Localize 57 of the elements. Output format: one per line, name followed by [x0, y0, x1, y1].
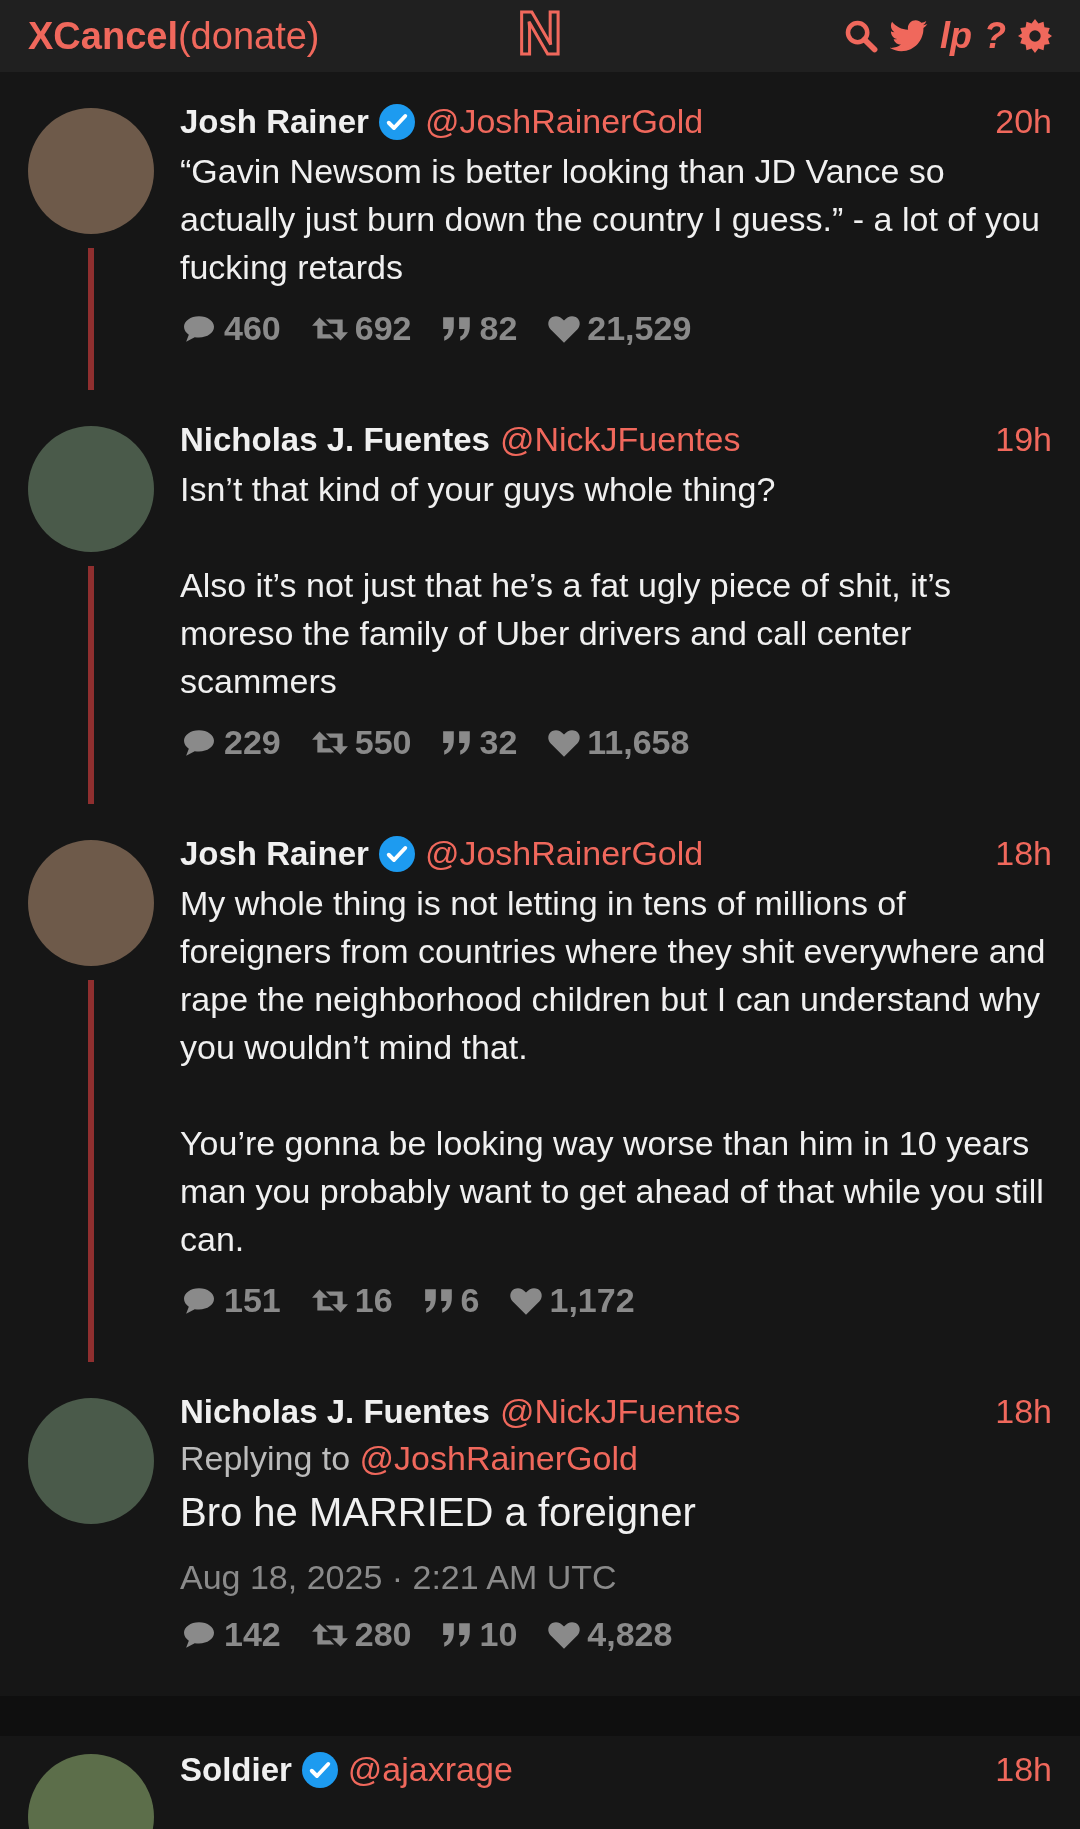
tweet-date[interactable]: Aug 18, 2025 · 2:21 AM UTC — [180, 1558, 1052, 1597]
retweet-icon — [310, 1620, 349, 1649]
user-name[interactable]: Josh Rainer — [180, 102, 369, 141]
bird-icon[interactable] — [890, 19, 928, 53]
tweet-time[interactable]: 20h — [995, 102, 1052, 141]
donate-link[interactable]: (donate) — [177, 14, 320, 58]
user-handle[interactable]: @ajaxrage — [347, 1750, 513, 1789]
retweet-icon — [310, 728, 349, 757]
user-handle[interactable]: @NickJFuentes — [499, 1392, 741, 1431]
tweet-time[interactable]: 19h — [995, 420, 1052, 459]
quote-icon — [422, 1286, 455, 1315]
quote-count[interactable]: 32 — [441, 723, 518, 762]
tweet-text: Isn’t that kind of your guys whole thing? — [180, 469, 777, 510]
tweet-time[interactable]: 18h — [995, 834, 1052, 873]
quote-count[interactable]: 6 — [422, 1281, 480, 1320]
settings-icon[interactable] — [1018, 19, 1052, 53]
user-name[interactable]: Nicholas J. Fuentes — [180, 1392, 490, 1431]
site-name[interactable]: XCancel — [28, 14, 178, 58]
like-count[interactable]: 21,529 — [547, 309, 692, 348]
tweet-time[interactable]: 18h — [995, 1392, 1052, 1431]
reply-count[interactable]: 142 — [180, 1615, 281, 1654]
retweet-count[interactable]: 16 — [310, 1281, 393, 1320]
heart-icon — [547, 313, 582, 344]
replying-to-text: Replying to @JoshRainerGold — [180, 1439, 639, 1478]
quote-count[interactable]: 82 — [441, 309, 518, 348]
heart-icon — [547, 727, 582, 758]
nav-link[interactable]: lp — [940, 15, 972, 57]
mention-link[interactable]: @JoshRainerGold — [359, 1439, 638, 1477]
retweet-count[interactable]: 692 — [310, 309, 412, 348]
search-icon[interactable] — [844, 19, 878, 53]
user-name[interactable]: Nicholas J. Fuentes — [180, 420, 490, 459]
tweet-text: You’re gonna be looking way worse than him in 10 years man you probably want to get ahead of that while you still can. — [180, 1123, 1045, 1260]
retweet-count[interactable]: 550 — [310, 723, 412, 762]
site-logo[interactable]: N — [517, 2, 563, 64]
tweet-text: My whole thing is not letting in tens of millions of foreigners from countries where they shit everywhere and rape the neighborhood children but I can understand why you wouldn’t mind that. — [180, 883, 1047, 1068]
like-count[interactable]: 4,828 — [547, 1615, 673, 1654]
user-handle[interactable]: @JoshRainerGold — [424, 834, 704, 873]
tweet-text: Also it’s not just that he’s a fat ugly piece of shit, it’s moreso the family of Uber drivers and call center scammers — [180, 565, 953, 702]
nav-link[interactable]: ? — [984, 15, 1006, 57]
user-handle[interactable]: @NickJFuentes — [499, 420, 741, 459]
reply-count[interactable]: 151 — [180, 1281, 281, 1320]
reply-count[interactable]: 229 — [180, 723, 281, 762]
user-name[interactable]: Soldier — [180, 1750, 292, 1789]
retweet-count[interactable]: 280 — [310, 1615, 412, 1654]
tweet-text: “Gavin Newsom is better looking than JD Vance so actually just burn down the country I guess.” - a lot of you fucking retards — [180, 151, 1041, 288]
tweet-time[interactable]: 18h — [995, 1750, 1052, 1789]
retweet-icon — [310, 314, 349, 343]
user-handle[interactable]: @JoshRainerGold — [424, 102, 704, 141]
heart-icon — [509, 1285, 544, 1316]
like-count[interactable]: 11,658 — [547, 723, 690, 762]
like-count[interactable]: 1,172 — [509, 1281, 635, 1320]
user-name[interactable]: Josh Rainer — [180, 834, 369, 873]
quote-count[interactable]: 10 — [441, 1615, 518, 1654]
tweet-text: Bro he MARRIED a foreigner — [180, 1489, 697, 1536]
heart-icon — [547, 1619, 582, 1650]
retweet-icon — [310, 1286, 349, 1315]
reply-count[interactable]: 460 — [180, 309, 281, 348]
